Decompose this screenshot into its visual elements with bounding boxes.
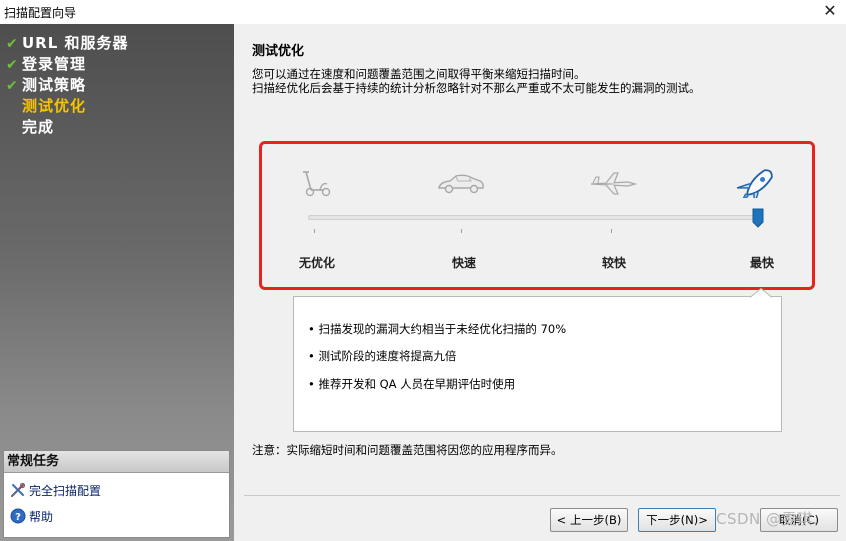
help-icon: ? bbox=[10, 508, 26, 524]
info-box-pointer bbox=[750, 288, 772, 298]
task-label: 帮助 bbox=[29, 509, 54, 524]
tools-icon bbox=[10, 482, 26, 498]
close-icon[interactable]: ✕ bbox=[820, 1, 840, 21]
slider-tick bbox=[611, 229, 612, 233]
check-icon: ✔ bbox=[6, 78, 18, 94]
info-bullet: • 推荐开发和 QA 人员在早期评估时使用 bbox=[308, 377, 516, 391]
step-test-policy[interactable]: ✔ 测试策略 bbox=[6, 74, 86, 94]
check-icon: ✔ bbox=[6, 36, 18, 52]
wizard-window: 扫描配置向导 ✕ ✔ URL 和服务器 ✔ 登录管理 ✔ 测试策略 测试优化 完成 常… bbox=[0, 0, 846, 541]
level-none-label[interactable]: 无优化 bbox=[277, 254, 357, 271]
scooter-icon[interactable] bbox=[292, 168, 342, 198]
step-label: 测试优化 bbox=[22, 97, 87, 115]
info-bullet: • 扫描发现的漏洞大约相当于未经优化扫描的 70% bbox=[308, 322, 567, 336]
optimization-info-box: • 扫描发现的漏洞大约相当于未经优化扫描的 70% • 测试阶段的速度将提高九倍… bbox=[293, 296, 782, 432]
step-url-and-servers[interactable]: ✔ URL 和服务器 bbox=[6, 32, 129, 52]
slider-tick bbox=[461, 229, 462, 233]
title-bar: 扫描配置向导 ✕ bbox=[0, 0, 846, 24]
step-label: 测试策略 bbox=[22, 76, 87, 94]
level-faster-label[interactable]: 较快 bbox=[574, 254, 654, 271]
car-icon[interactable] bbox=[436, 168, 486, 198]
optimization-slider-track[interactable] bbox=[308, 215, 762, 220]
help-link[interactable]: ? 帮助 bbox=[10, 507, 53, 525]
step-label: URL 和服务器 bbox=[22, 34, 129, 52]
step-label: 完成 bbox=[22, 118, 55, 136]
step-complete[interactable]: 完成 bbox=[6, 116, 54, 136]
task-label: 完全扫描配置 bbox=[29, 483, 102, 498]
level-fast-label[interactable]: 快速 bbox=[424, 254, 504, 271]
slider-tick bbox=[314, 229, 315, 233]
step-test-optimization[interactable]: 测试优化 bbox=[6, 95, 86, 115]
full-scan-config-link[interactable]: 完全扫描配置 bbox=[10, 481, 101, 499]
optimization-slider-thumb[interactable] bbox=[752, 208, 764, 228]
common-tasks-title: 常规任务 bbox=[4, 451, 229, 473]
step-label: 登录管理 bbox=[22, 55, 87, 73]
common-tasks-panel: 常规任务 完全扫描配置 ? 帮助 bbox=[3, 450, 230, 538]
page-description: 您可以通过在速度和问题覆盖范围之间取得平衡来缩短扫描时间。 扫描经优化后会基于持… bbox=[252, 67, 701, 95]
page-title: 测试优化 bbox=[252, 44, 305, 59]
info-bullet: • 测试阶段的速度将提高九倍 bbox=[308, 349, 457, 363]
next-button[interactable]: 下一步(N)> bbox=[638, 508, 716, 532]
note-text: 注意：实际缩短时间和问题覆盖范围将因您的应用程序而异。 bbox=[252, 443, 563, 457]
jet-icon[interactable] bbox=[588, 168, 638, 198]
back-button[interactable]: < 上一步(B) bbox=[550, 508, 628, 532]
check-icon: ✔ bbox=[6, 57, 18, 73]
footer-divider bbox=[244, 495, 840, 496]
watermark: CSDN @雯琪. bbox=[716, 510, 818, 528]
description-line: 扫描经优化后会基于持续的统计分析忽略针对不那么严重或不太可能发生的漏洞的测试。 bbox=[252, 81, 701, 95]
window-title: 扫描配置向导 bbox=[4, 6, 77, 20]
rocket-icon[interactable] bbox=[734, 168, 784, 198]
level-fastest-label[interactable]: 最快 bbox=[722, 254, 802, 271]
step-login-management[interactable]: ✔ 登录管理 bbox=[6, 53, 86, 73]
svg-text:?: ? bbox=[15, 512, 21, 523]
main-panel: 测试优化 您可以通过在速度和问题覆盖范围之间取得平衡来缩短扫描时间。 扫描经优化… bbox=[234, 24, 846, 541]
description-line: 您可以通过在速度和问题覆盖范围之间取得平衡来缩短扫描时间。 bbox=[252, 67, 586, 81]
